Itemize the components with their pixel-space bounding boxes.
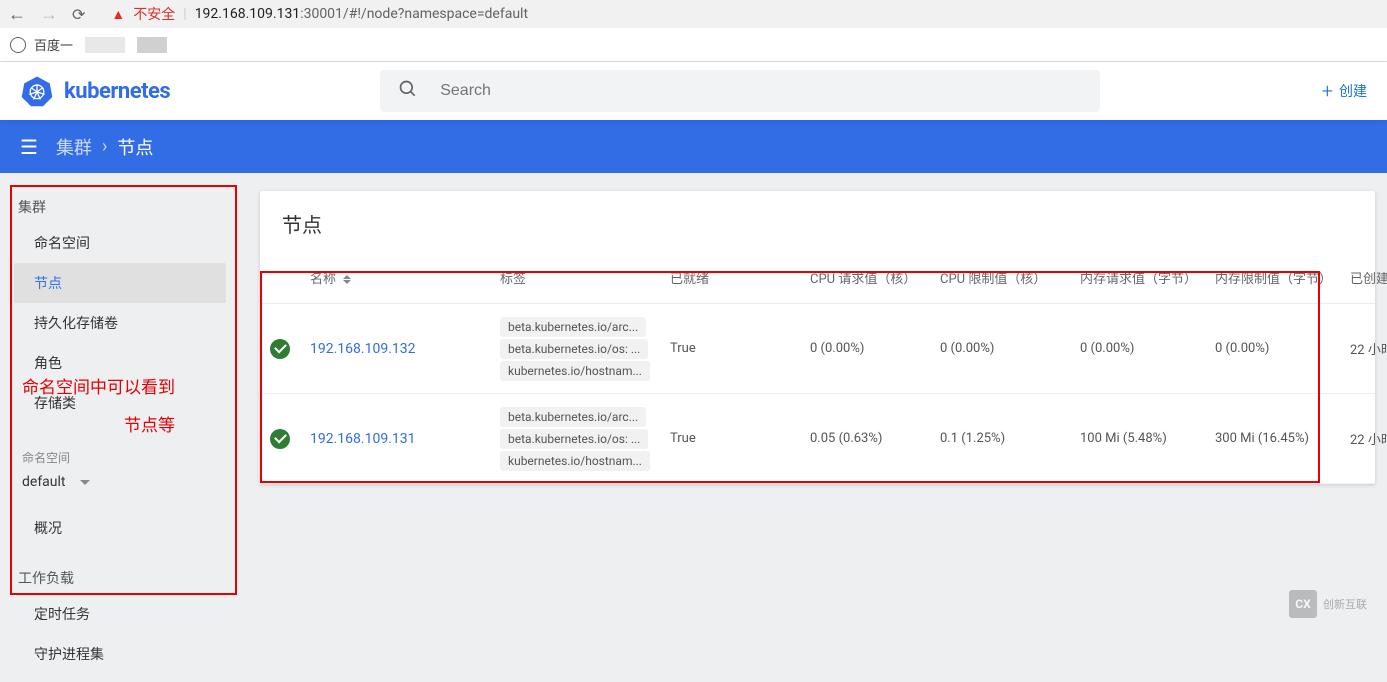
th-mem-lim[interactable]: 内存限制值（字节） [1215, 268, 1350, 287]
search-box[interactable] [380, 70, 1100, 112]
th-created[interactable]: 已创建 [1350, 268, 1387, 287]
breadcrumb-current: 节点 [117, 134, 153, 160]
card-title: 节点 [260, 191, 1375, 252]
status-ok-icon [270, 339, 290, 359]
breadcrumb-root[interactable]: 集群 [56, 134, 92, 160]
sidebar-item-daemonsets[interactable]: 守护进程集 [14, 634, 226, 674]
label-chip: kubernetes.io/hostnam... [500, 361, 650, 381]
plus-icon: + [1322, 79, 1333, 103]
table-header-row: 名称 标签 已就绪 CPU 请求值（核） CPU 限制值（核） 内存请求值（字节… [260, 252, 1375, 304]
label-chip: beta.kubernetes.io/arc... [500, 317, 646, 337]
insecure-icon: ▲ [111, 6, 125, 23]
cell-cpu-req: 0 (0.00%) [810, 341, 940, 356]
search-icon [398, 79, 418, 104]
th-name[interactable]: 名称 [310, 268, 500, 287]
th-cpu-lim[interactable]: CPU 限制值（核） [940, 268, 1080, 287]
sidebar-item-overview[interactable]: 概况 [14, 508, 226, 548]
brand-text: kubernetes [64, 79, 170, 104]
sidebar-item-storageclasses[interactable]: 存储类 [14, 383, 226, 423]
cell-cpu-req: 0.05 (0.63%) [810, 431, 940, 446]
back-icon[interactable]: ← [8, 4, 26, 25]
insecure-label: 不安全 [133, 4, 175, 24]
breadcrumb: 集群 › 节点 [56, 134, 153, 160]
content-area: 节点 名称 标签 已就绪 CPU 请求值（核） CPU 限制值（核） 内存请求值… [240, 173, 1387, 682]
table-row: 192.168.109.131 beta.kubernetes.io/arc..… [260, 394, 1375, 484]
sidebar: 集群 命名空间 节点 持久化存储卷 角色 存储类 命名空间中可以看到 命名空间 … [0, 173, 240, 682]
th-mem-req[interactable]: 内存请求值（字节） [1080, 268, 1215, 287]
bookmark-item[interactable]: 百度一 [34, 35, 73, 54]
chevron-right-icon: › [102, 136, 107, 157]
reload-icon[interactable]: ⟳ [72, 5, 85, 24]
status-ok-icon [270, 429, 290, 449]
sidebar-ns-label: 命名空间 [8, 449, 232, 466]
table-row: 192.168.109.132 beta.kubernetes.io/arc..… [260, 304, 1375, 394]
nodes-table: 名称 标签 已就绪 CPU 请求值（核） CPU 限制值（核） 内存请求值（字节… [260, 252, 1375, 484]
sidebar-item-pv[interactable]: 持久化存储卷 [14, 303, 226, 343]
sidebar-item-cronjobs[interactable]: 定时任务 [14, 594, 226, 634]
sort-icon [343, 275, 351, 284]
watermark: CX 创新互联 [1289, 590, 1367, 618]
namespace-selector[interactable]: default [8, 466, 232, 498]
sidebar-item-namespaces[interactable]: 命名空间 [14, 223, 226, 263]
cell-cpu-lim: 0 (0.00%) [940, 341, 1080, 356]
sidebar-section-workloads: 工作负载 [8, 562, 232, 594]
cell-created: 22 小时 [1350, 429, 1387, 448]
create-button[interactable]: + 创建 [1322, 79, 1367, 103]
cell-mem-req: 0 (0.00%) [1080, 341, 1215, 356]
hamburger-icon[interactable]: ☰ [20, 135, 38, 159]
cell-mem-lim: 0 (0.00%) [1215, 341, 1350, 356]
breadcrumb-bar: ☰ 集群 › 节点 [0, 120, 1387, 173]
node-link[interactable]: 192.168.109.132 [310, 341, 416, 357]
label-chip: beta.kubernetes.io/os: ... [500, 339, 648, 359]
sidebar-section-cluster: 集群 [8, 191, 232, 223]
app-header: kubernetes + 创建 [0, 62, 1387, 120]
forward-icon[interactable]: → [40, 4, 58, 25]
sidebar-item-roles[interactable]: 角色 [14, 343, 226, 383]
label-chip: beta.kubernetes.io/arc... [500, 407, 646, 427]
watermark-text: 创新互联 [1323, 596, 1367, 612]
cell-mem-lim: 300 Mi (16.45%) [1215, 431, 1350, 446]
chevron-down-icon [80, 480, 90, 485]
browser-toolbar: ← → ⟳ ▲ 不安全 | 192.168.109.131:30001/#!/n… [0, 0, 1387, 28]
cell-ready: True [670, 431, 810, 446]
sidebar-item-nodes[interactable]: 节点 [14, 263, 226, 303]
globe-icon [10, 37, 26, 53]
namespace-value: default [22, 474, 66, 490]
kubernetes-wheel-icon [20, 74, 54, 108]
th-ready[interactable]: 已就绪 [670, 268, 810, 287]
kubernetes-logo[interactable]: kubernetes [20, 74, 170, 108]
th-cpu-req[interactable]: CPU 请求值（核） [810, 268, 940, 287]
cell-created: 22 小时 [1350, 339, 1387, 358]
create-label: 创建 [1339, 81, 1367, 101]
th-labels[interactable]: 标签 [500, 268, 670, 287]
label-chip: beta.kubernetes.io/os: ... [500, 429, 648, 449]
node-link[interactable]: 192.168.109.131 [310, 431, 416, 447]
watermark-logo: CX [1289, 590, 1317, 618]
bookmarks-bar: 百度一 [0, 28, 1387, 62]
cell-cpu-lim: 0.1 (1.25%) [940, 431, 1080, 446]
url-host: 192.168.109.131 [195, 6, 301, 22]
nodes-card: 节点 名称 标签 已就绪 CPU 请求值（核） CPU 限制值（核） 内存请求值… [260, 191, 1375, 484]
url-path: :30001/#!/node?namespace=default [300, 6, 528, 22]
cell-ready: True [670, 341, 810, 356]
search-input[interactable] [440, 82, 1082, 100]
address-bar[interactable]: ▲ 不安全 | 192.168.109.131:30001/#!/node?na… [111, 4, 528, 24]
label-chip: kubernetes.io/hostnam... [500, 451, 650, 471]
cell-mem-req: 100 Mi (5.48%) [1080, 431, 1215, 446]
